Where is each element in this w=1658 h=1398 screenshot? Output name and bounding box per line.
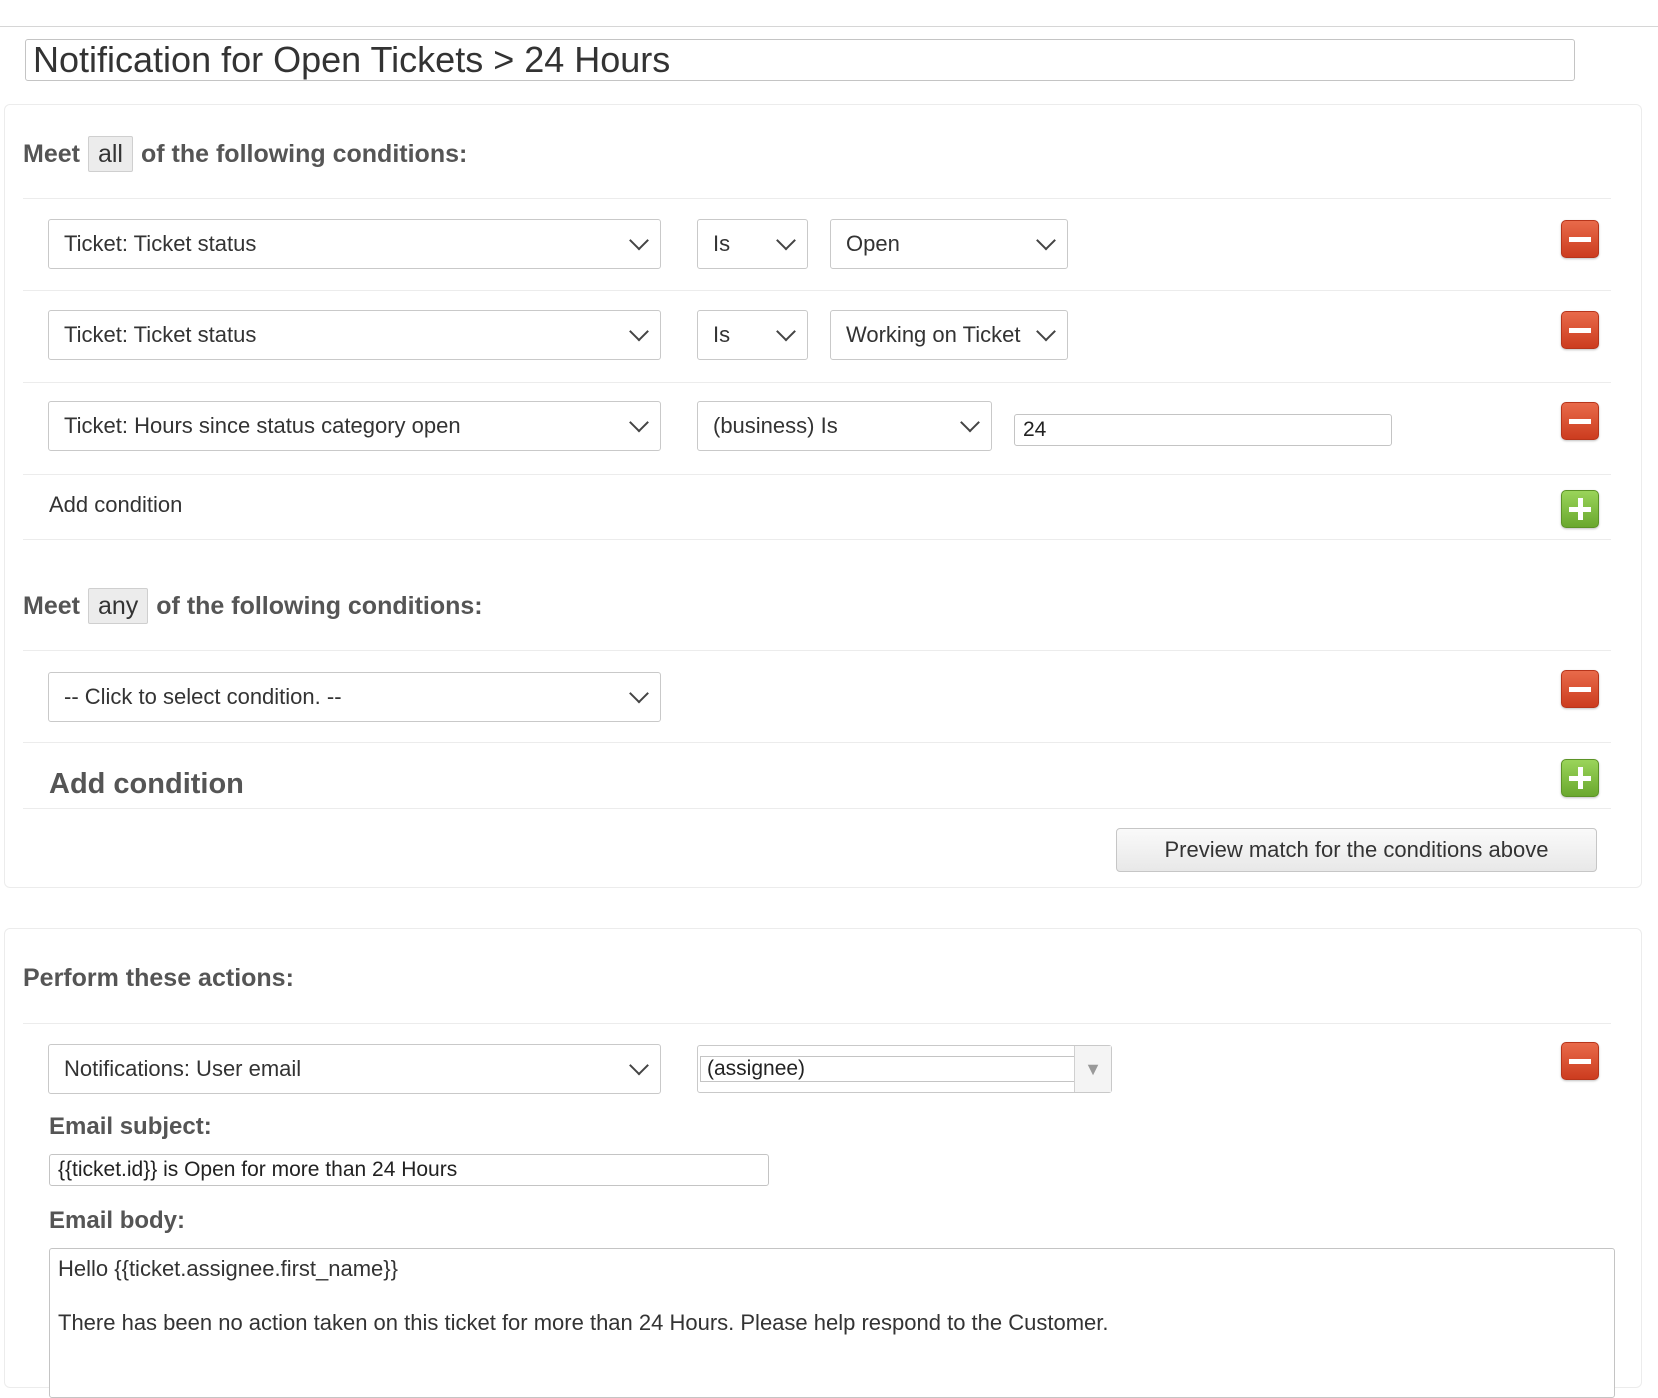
recipient-combobox[interactable]: ▼ <box>697 1045 1112 1093</box>
condition-field-select[interactable]: -- Click to select condition. -- <box>48 672 661 722</box>
select-value: (business) Is <box>713 413 838 438</box>
divider <box>23 742 1611 743</box>
add-condition-link[interactable]: Add condition <box>49 492 182 518</box>
email-subject-input[interactable] <box>49 1154 769 1186</box>
select-value: Ticket: Ticket status <box>64 231 257 256</box>
select-value: Ticket: Ticket status <box>64 322 257 347</box>
select-value: -- Click to select condition. -- <box>64 684 342 709</box>
condition-field-select[interactable]: Ticket: Hours since status category open <box>48 401 661 451</box>
divider <box>23 198 1611 199</box>
action-field-select[interactable]: Notifications: User email <box>48 1044 661 1094</box>
add-condition-link[interactable]: Add condition <box>49 768 244 801</box>
add-condition-button[interactable] <box>1561 759 1599 797</box>
condition-value-select[interactable]: Working on Ticket <box>830 310 1068 360</box>
select-value: Notifications: User email <box>64 1056 302 1081</box>
heading-prefix: Meet <box>23 591 80 620</box>
select-value: Is <box>713 322 731 347</box>
select-value: Open <box>846 231 900 256</box>
all-conditions-heading: Meet all of the following conditions: <box>23 136 467 172</box>
remove-condition-button[interactable] <box>1561 220 1599 258</box>
top-divider <box>0 26 1658 27</box>
divider <box>23 382 1611 383</box>
divider <box>23 650 1611 651</box>
any-conditions-heading: Meet any of the following conditions: <box>23 588 483 624</box>
email-body-textarea[interactable]: Hello {{ticket.assignee.first_name}} The… <box>49 1248 1615 1398</box>
heading-prefix: Meet <box>23 139 80 168</box>
dropdown-arrow-icon[interactable]: ▼ <box>1074 1046 1111 1092</box>
preview-match-button[interactable]: Preview match for the conditions above <box>1116 828 1597 872</box>
match-any-toggle[interactable]: any <box>87 588 149 624</box>
chevron-down-icon <box>776 230 796 251</box>
remove-condition-button[interactable] <box>1561 402 1599 440</box>
chevron-down-icon <box>629 230 649 251</box>
select-value: Working on Ticket <box>846 322 1021 347</box>
heading-suffix: of the following conditions: <box>156 591 483 620</box>
chevron-down-icon <box>1036 230 1056 251</box>
chevron-down-icon <box>629 683 649 704</box>
divider <box>23 539 1611 540</box>
chevron-down-icon <box>1036 321 1056 342</box>
divider <box>23 808 1611 809</box>
chevron-down-icon <box>776 321 796 342</box>
divider <box>23 1023 1611 1024</box>
select-value: Ticket: Hours since status category open <box>64 413 461 438</box>
divider <box>23 474 1611 475</box>
condition-field-select[interactable]: Ticket: Ticket status <box>48 310 661 360</box>
divider <box>23 290 1611 291</box>
email-subject-label: Email subject: <box>49 1113 212 1140</box>
heading-suffix: of the following conditions: <box>140 139 468 168</box>
trigger-title-input[interactable] <box>25 39 1575 81</box>
add-condition-button[interactable] <box>1561 490 1599 528</box>
email-body-label: Email body: <box>49 1207 186 1234</box>
condition-field-select[interactable]: Ticket: Ticket status <box>48 219 661 269</box>
chevron-down-icon <box>629 412 649 433</box>
condition-operator-select[interactable]: Is <box>697 219 808 269</box>
select-value: Is <box>713 231 731 256</box>
condition-value-input[interactable] <box>1014 414 1392 446</box>
actions-heading: Perform these actions: <box>23 964 294 992</box>
remove-condition-button[interactable] <box>1561 670 1599 708</box>
condition-operator-select[interactable]: (business) Is <box>697 401 992 451</box>
match-all-toggle[interactable]: all <box>87 136 133 172</box>
chevron-down-icon <box>629 321 649 342</box>
condition-value-select[interactable]: Open <box>830 219 1068 269</box>
chevron-down-icon <box>960 412 980 433</box>
remove-condition-button[interactable] <box>1561 311 1599 349</box>
chevron-down-icon <box>629 1055 649 1076</box>
recipient-input[interactable] <box>700 1056 1076 1082</box>
condition-operator-select[interactable]: Is <box>697 310 808 360</box>
remove-action-button[interactable] <box>1561 1042 1599 1080</box>
